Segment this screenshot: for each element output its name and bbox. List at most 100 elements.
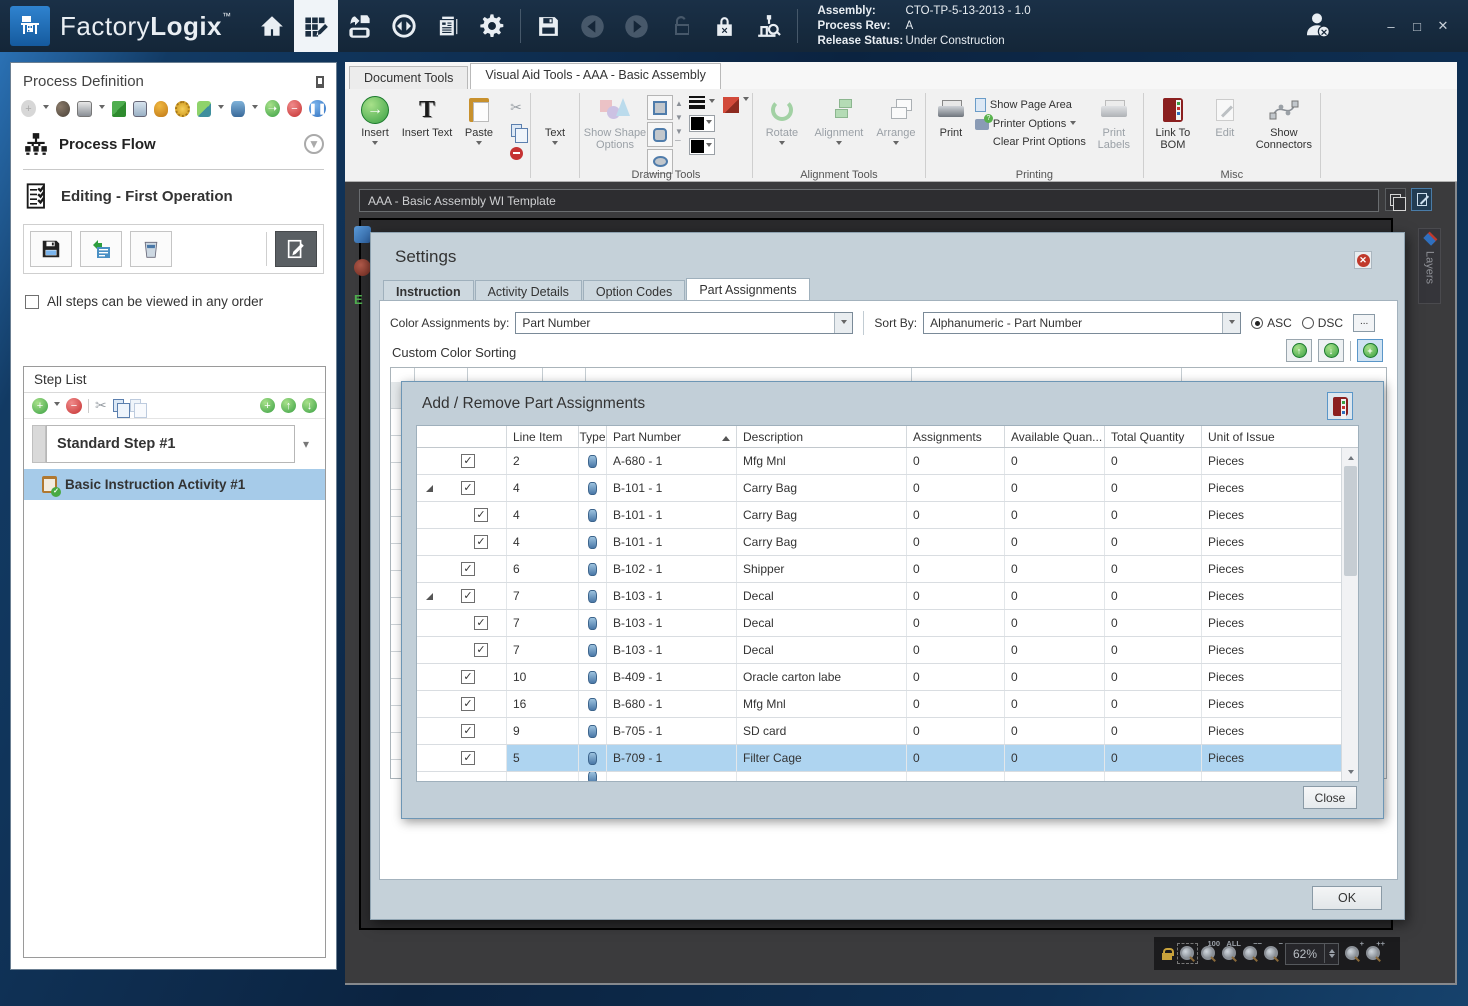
- step-row[interactable]: Standard Step #1 ▾: [32, 425, 317, 463]
- cut-icon[interactable]: ✂: [505, 97, 527, 117]
- print-icon[interactable]: [77, 101, 91, 117]
- color-move-up-button[interactable]: ↑: [1286, 339, 1312, 362]
- save-icon[interactable]: [527, 0, 571, 52]
- move-up-icon[interactable]: ↑: [281, 398, 296, 413]
- asc-radio[interactable]: [1251, 317, 1263, 329]
- forward-icon[interactable]: [615, 0, 659, 52]
- row-checkbox[interactable]: [461, 724, 475, 738]
- col-total-quantity[interactable]: Total Quantity: [1105, 426, 1202, 447]
- sign-board-icon[interactable]: [133, 101, 147, 117]
- scroll-thumb[interactable]: [1344, 466, 1357, 576]
- printer-options-button[interactable]: Printer Options: [973, 115, 1088, 133]
- table-row[interactable]: 4 B-101 - 1 Carry Bag 0 0 0 Pieces: [417, 502, 1358, 529]
- link-to-bom-button[interactable]: Link To BOM: [1147, 91, 1199, 167]
- row-checkbox[interactable]: [461, 697, 475, 711]
- table-row[interactable]: 7 B-103 - 1 Decal 0 0 0 Pieces: [417, 583, 1358, 610]
- pages-icon[interactable]: [1385, 188, 1406, 211]
- table-row[interactable]: 7 B-103 - 1 Decal 0 0 0 Pieces: [417, 610, 1358, 637]
- edit-template-icon[interactable]: [1411, 188, 1432, 211]
- row-checkbox[interactable]: [461, 481, 475, 495]
- collapse-icon[interactable]: ▼: [304, 134, 324, 154]
- paste-button[interactable]: Paste: [453, 91, 505, 167]
- shape-scroll-down-icon[interactable]: ▼: [675, 113, 683, 122]
- row-checkbox[interactable]: [474, 508, 488, 522]
- table-row[interactable]: 4 B-101 - 1 Carry Bag 0 0 0 Pieces: [417, 529, 1358, 556]
- step-expand-icon[interactable]: ▾: [295, 437, 317, 451]
- row-checkbox[interactable]: [461, 670, 475, 684]
- step-grip[interactable]: [32, 425, 46, 463]
- show-page-area-button[interactable]: Show Page Area: [973, 95, 1088, 115]
- shape-scroll-up-icon[interactable]: ▲: [675, 99, 683, 108]
- select-tool-icon[interactable]: [354, 226, 371, 243]
- zoom-in-icon[interactable]: +: [1345, 946, 1360, 961]
- user-logout-icon[interactable]: ✕: [1302, 9, 1332, 44]
- settings-close-button[interactable]: ✕: [1354, 251, 1372, 269]
- minimize-button[interactable]: –: [1378, 19, 1404, 34]
- save-step-button[interactable]: [30, 231, 72, 267]
- shape-rounded-button[interactable]: [647, 122, 673, 147]
- edit-mode-button[interactable]: [275, 231, 317, 267]
- row-checkbox[interactable]: [474, 643, 488, 657]
- table-row[interactable]: 9 B-705 - 1 SD card 0 0 0 Pieces: [417, 718, 1358, 745]
- unlock-icon[interactable]: [659, 0, 703, 52]
- col-available-quantity[interactable]: Available Quan...: [1005, 426, 1105, 447]
- add-part-assignment-button[interactable]: +: [1357, 339, 1383, 362]
- delete-dropdown-icon[interactable]: [252, 105, 258, 112]
- insert-button[interactable]: →Insert: [349, 91, 401, 167]
- close-button[interactable]: ✕: [1430, 18, 1456, 34]
- row-checkbox[interactable]: [461, 454, 475, 468]
- bom-browser-button[interactable]: [1327, 392, 1353, 420]
- print-button[interactable]: Print: [929, 91, 973, 167]
- binoculars-icon[interactable]: [56, 101, 70, 117]
- process-editor-icon[interactable]: [294, 0, 338, 52]
- table-row[interactable]: 5 B-709 - 1 Filter Cage 0 0 0 Pieces: [417, 745, 1358, 772]
- delete-icon[interactable]: [505, 143, 527, 163]
- distribute-icon[interactable]: [382, 0, 426, 52]
- lock-close-icon[interactable]: ✕: [703, 0, 747, 52]
- color-assignments-dropdown[interactable]: Part Number: [515, 312, 853, 334]
- fill-color-dropdown[interactable]: [689, 138, 715, 155]
- import-step-button[interactable]: [80, 231, 122, 267]
- zoom-fit-all-icon[interactable]: ALL: [1222, 946, 1237, 961]
- alignment-button[interactable]: Alignment: [808, 91, 870, 167]
- close-parts-dialog-button[interactable]: Close: [1303, 786, 1357, 809]
- activity-row[interactable]: Basic Instruction Activity #1: [24, 469, 325, 500]
- col-description[interactable]: Description: [737, 426, 907, 447]
- table-row[interactable]: 10 B-409 - 1 Oracle carton labe 0 0 0 Pi…: [417, 664, 1358, 691]
- edit-button[interactable]: Edit: [1199, 91, 1251, 167]
- rotate-button[interactable]: Rotate: [756, 91, 808, 167]
- layers-tab[interactable]: Layers: [1418, 228, 1441, 304]
- color-move-down-button[interactable]: ↓: [1318, 339, 1344, 362]
- shape-rectangle-button[interactable]: [647, 95, 673, 120]
- row-checkbox[interactable]: [461, 751, 475, 765]
- expander-icon[interactable]: [426, 485, 433, 492]
- row-checkbox[interactable]: [461, 589, 475, 603]
- table-row[interactable]: [417, 772, 1358, 782]
- zoom-out-fast-icon[interactable]: −−: [1243, 946, 1258, 961]
- col-type[interactable]: Type: [579, 426, 607, 447]
- delete-step-icon[interactable]: [231, 101, 245, 117]
- stop-icon[interactable]: −: [287, 100, 302, 117]
- scroll-down-icon[interactable]: [1342, 765, 1359, 781]
- text-button[interactable]: Text: [534, 91, 576, 167]
- copy-step-icon[interactable]: [113, 399, 124, 412]
- add-step-icon[interactable]: +: [32, 398, 48, 414]
- draw-tool-icon[interactable]: [354, 259, 371, 276]
- go-icon[interactable]: ➝: [265, 100, 280, 117]
- ok-button[interactable]: OK: [1312, 886, 1382, 910]
- scroll-up-icon[interactable]: [1342, 448, 1359, 464]
- dsc-radio[interactable]: [1302, 317, 1314, 329]
- tab-visual-aid-tools[interactable]: Visual Aid Tools - AAA - Basic Assembly: [470, 63, 720, 89]
- zoom-in-fast-icon[interactable]: ++: [1366, 946, 1381, 961]
- sort-by-dropdown[interactable]: Alphanumeric - Part Number: [923, 312, 1241, 334]
- insert-text-button[interactable]: TInsert Text: [401, 91, 453, 167]
- table-row[interactable]: 6 B-102 - 1 Shipper 0 0 0 Pieces: [417, 556, 1358, 583]
- process-flow-row[interactable]: Process Flow ▼: [11, 123, 336, 165]
- zoom-selection-icon[interactable]: [1180, 946, 1195, 961]
- back-icon[interactable]: [571, 0, 615, 52]
- table-row[interactable]: 2 A-680 - 1 Mfg Mnl 0 0 0 Pieces: [417, 448, 1358, 475]
- parts-table-scrollbar[interactable]: [1341, 448, 1358, 781]
- documents-icon[interactable]: [426, 0, 470, 52]
- row-checkbox[interactable]: [461, 562, 475, 576]
- paste-step-icon[interactable]: [130, 399, 141, 412]
